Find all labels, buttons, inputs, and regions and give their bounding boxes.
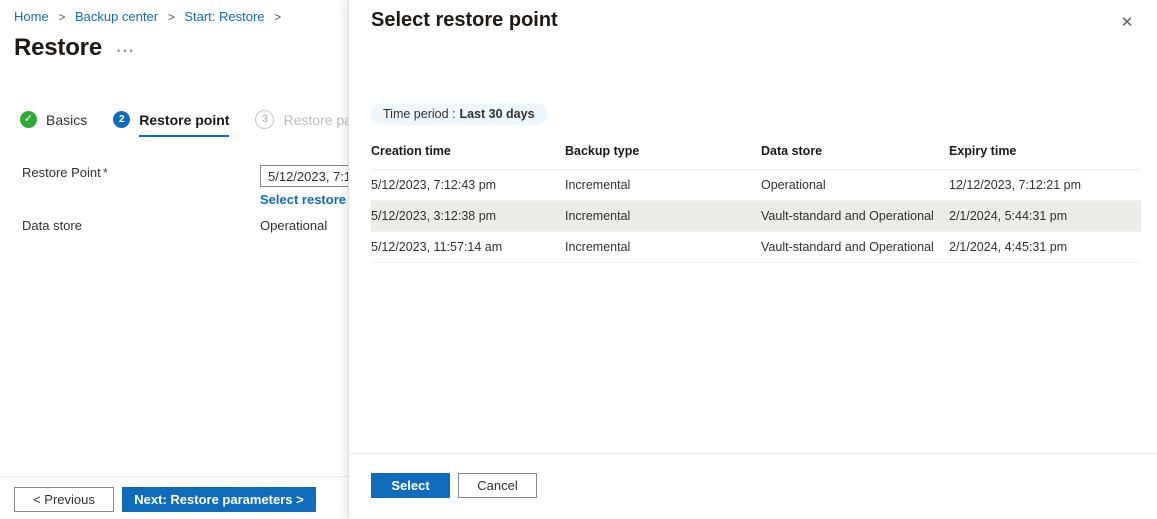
breadcrumb: Home > Backup center > Start: Restore > (14, 9, 287, 24)
cell-creation-time: 5/12/2023, 3:12:38 pm (371, 200, 565, 232)
step-number-badge: 3 (255, 110, 275, 129)
restore-point-label: Restore Point * (22, 165, 260, 180)
required-marker: * (102, 165, 108, 180)
breadcrumb-separator: > (167, 10, 175, 24)
dialog-footer: Select Cancel (371, 473, 537, 498)
cell-backup-type: Incremental (565, 200, 761, 232)
cell-creation-time: 5/12/2023, 11:57:14 am (371, 231, 565, 263)
table-row[interactable]: 5/12/2023, 3:12:38 pm Incremental Vault-… (371, 200, 1141, 232)
form-row-data-store: Data store Operational (22, 218, 327, 233)
cancel-button[interactable]: Cancel (458, 473, 537, 498)
table-row[interactable]: 5/12/2023, 11:57:14 am Incremental Vault… (371, 231, 1141, 263)
cell-expiry-time: 12/12/2023, 7:12:21 pm (949, 169, 1141, 201)
column-header-expiry-time[interactable]: Expiry time (949, 144, 1141, 170)
column-header-creation-time[interactable]: Creation time (371, 144, 565, 170)
cell-backup-type: Incremental (565, 169, 761, 201)
dialog-footer-divider (349, 453, 1157, 454)
wizard-step-label-restore-point: Restore point (139, 111, 230, 128)
breadcrumb-separator-trailing: > (274, 10, 282, 24)
time-period-filter-chip[interactable]: Time period : Last 30 days (371, 103, 547, 125)
select-restore-point-dialog: Select restore point ✕ Time period : Last… (348, 0, 1157, 519)
check-circle-icon: ✓ (20, 111, 37, 128)
cell-expiry-time: 2/1/2024, 4:45:31 pm (949, 231, 1141, 263)
footer-divider (0, 476, 348, 477)
cell-data-store: Operational (761, 169, 949, 201)
wizard-step-restore-point[interactable]: 2 Restore point (113, 111, 230, 137)
cell-data-store: Vault-standard and Operational (761, 200, 949, 232)
table-body: 5/12/2023, 7:12:43 pm Incremental Operat… (371, 169, 1141, 263)
wizard-footer: < Previous Next: Restore parameters > (14, 487, 316, 512)
breadcrumb-item-start-restore[interactable]: Start: Restore (184, 9, 264, 24)
cell-backup-type: Incremental (565, 231, 761, 263)
breadcrumb-separator: > (58, 10, 66, 24)
dialog-title: Select restore point (371, 9, 558, 31)
data-store-label: Data store (22, 218, 82, 233)
cell-expiry-time: 2/1/2024, 5:44:31 pm (949, 200, 1141, 232)
breadcrumb-item-backup-center[interactable]: Backup center (75, 9, 158, 24)
breadcrumb-item-home[interactable]: Home (14, 9, 49, 24)
page-title: Restore (14, 34, 102, 61)
wizard-step-label-basics: Basics (46, 111, 88, 128)
restore-points-table: Creation time Backup type Data store Exp… (371, 144, 1141, 263)
step-number-badge: 2 (113, 111, 131, 128)
cell-creation-time: 5/12/2023, 7:12:43 pm (371, 169, 565, 201)
select-button[interactable]: Select (371, 473, 450, 498)
wizard-step-basics[interactable]: ✓ Basics (20, 111, 87, 137)
next-restore-parameters-button[interactable]: Next: Restore parameters > (122, 487, 316, 512)
column-header-data-store[interactable]: Data store (761, 144, 949, 170)
table-header: Creation time Backup type Data store Exp… (371, 144, 1141, 170)
restore-point-label-text: Restore Point (22, 165, 101, 180)
table-row[interactable]: 5/12/2023, 7:12:43 pm Incremental Operat… (371, 169, 1141, 201)
cell-data-store: Vault-standard and Operational (761, 231, 949, 263)
previous-button[interactable]: < Previous (14, 487, 114, 512)
close-icon[interactable]: ✕ (1113, 9, 1141, 35)
time-period-filter-label: Time period : (383, 107, 456, 121)
column-header-backup-type[interactable]: Backup type (565, 144, 761, 170)
time-period-filter-value: Last 30 days (459, 107, 535, 121)
table-header-row: Creation time Backup type Data store Exp… (371, 144, 1141, 170)
data-store-value: Operational (260, 218, 328, 233)
more-options-icon[interactable]: ··· (116, 42, 135, 60)
